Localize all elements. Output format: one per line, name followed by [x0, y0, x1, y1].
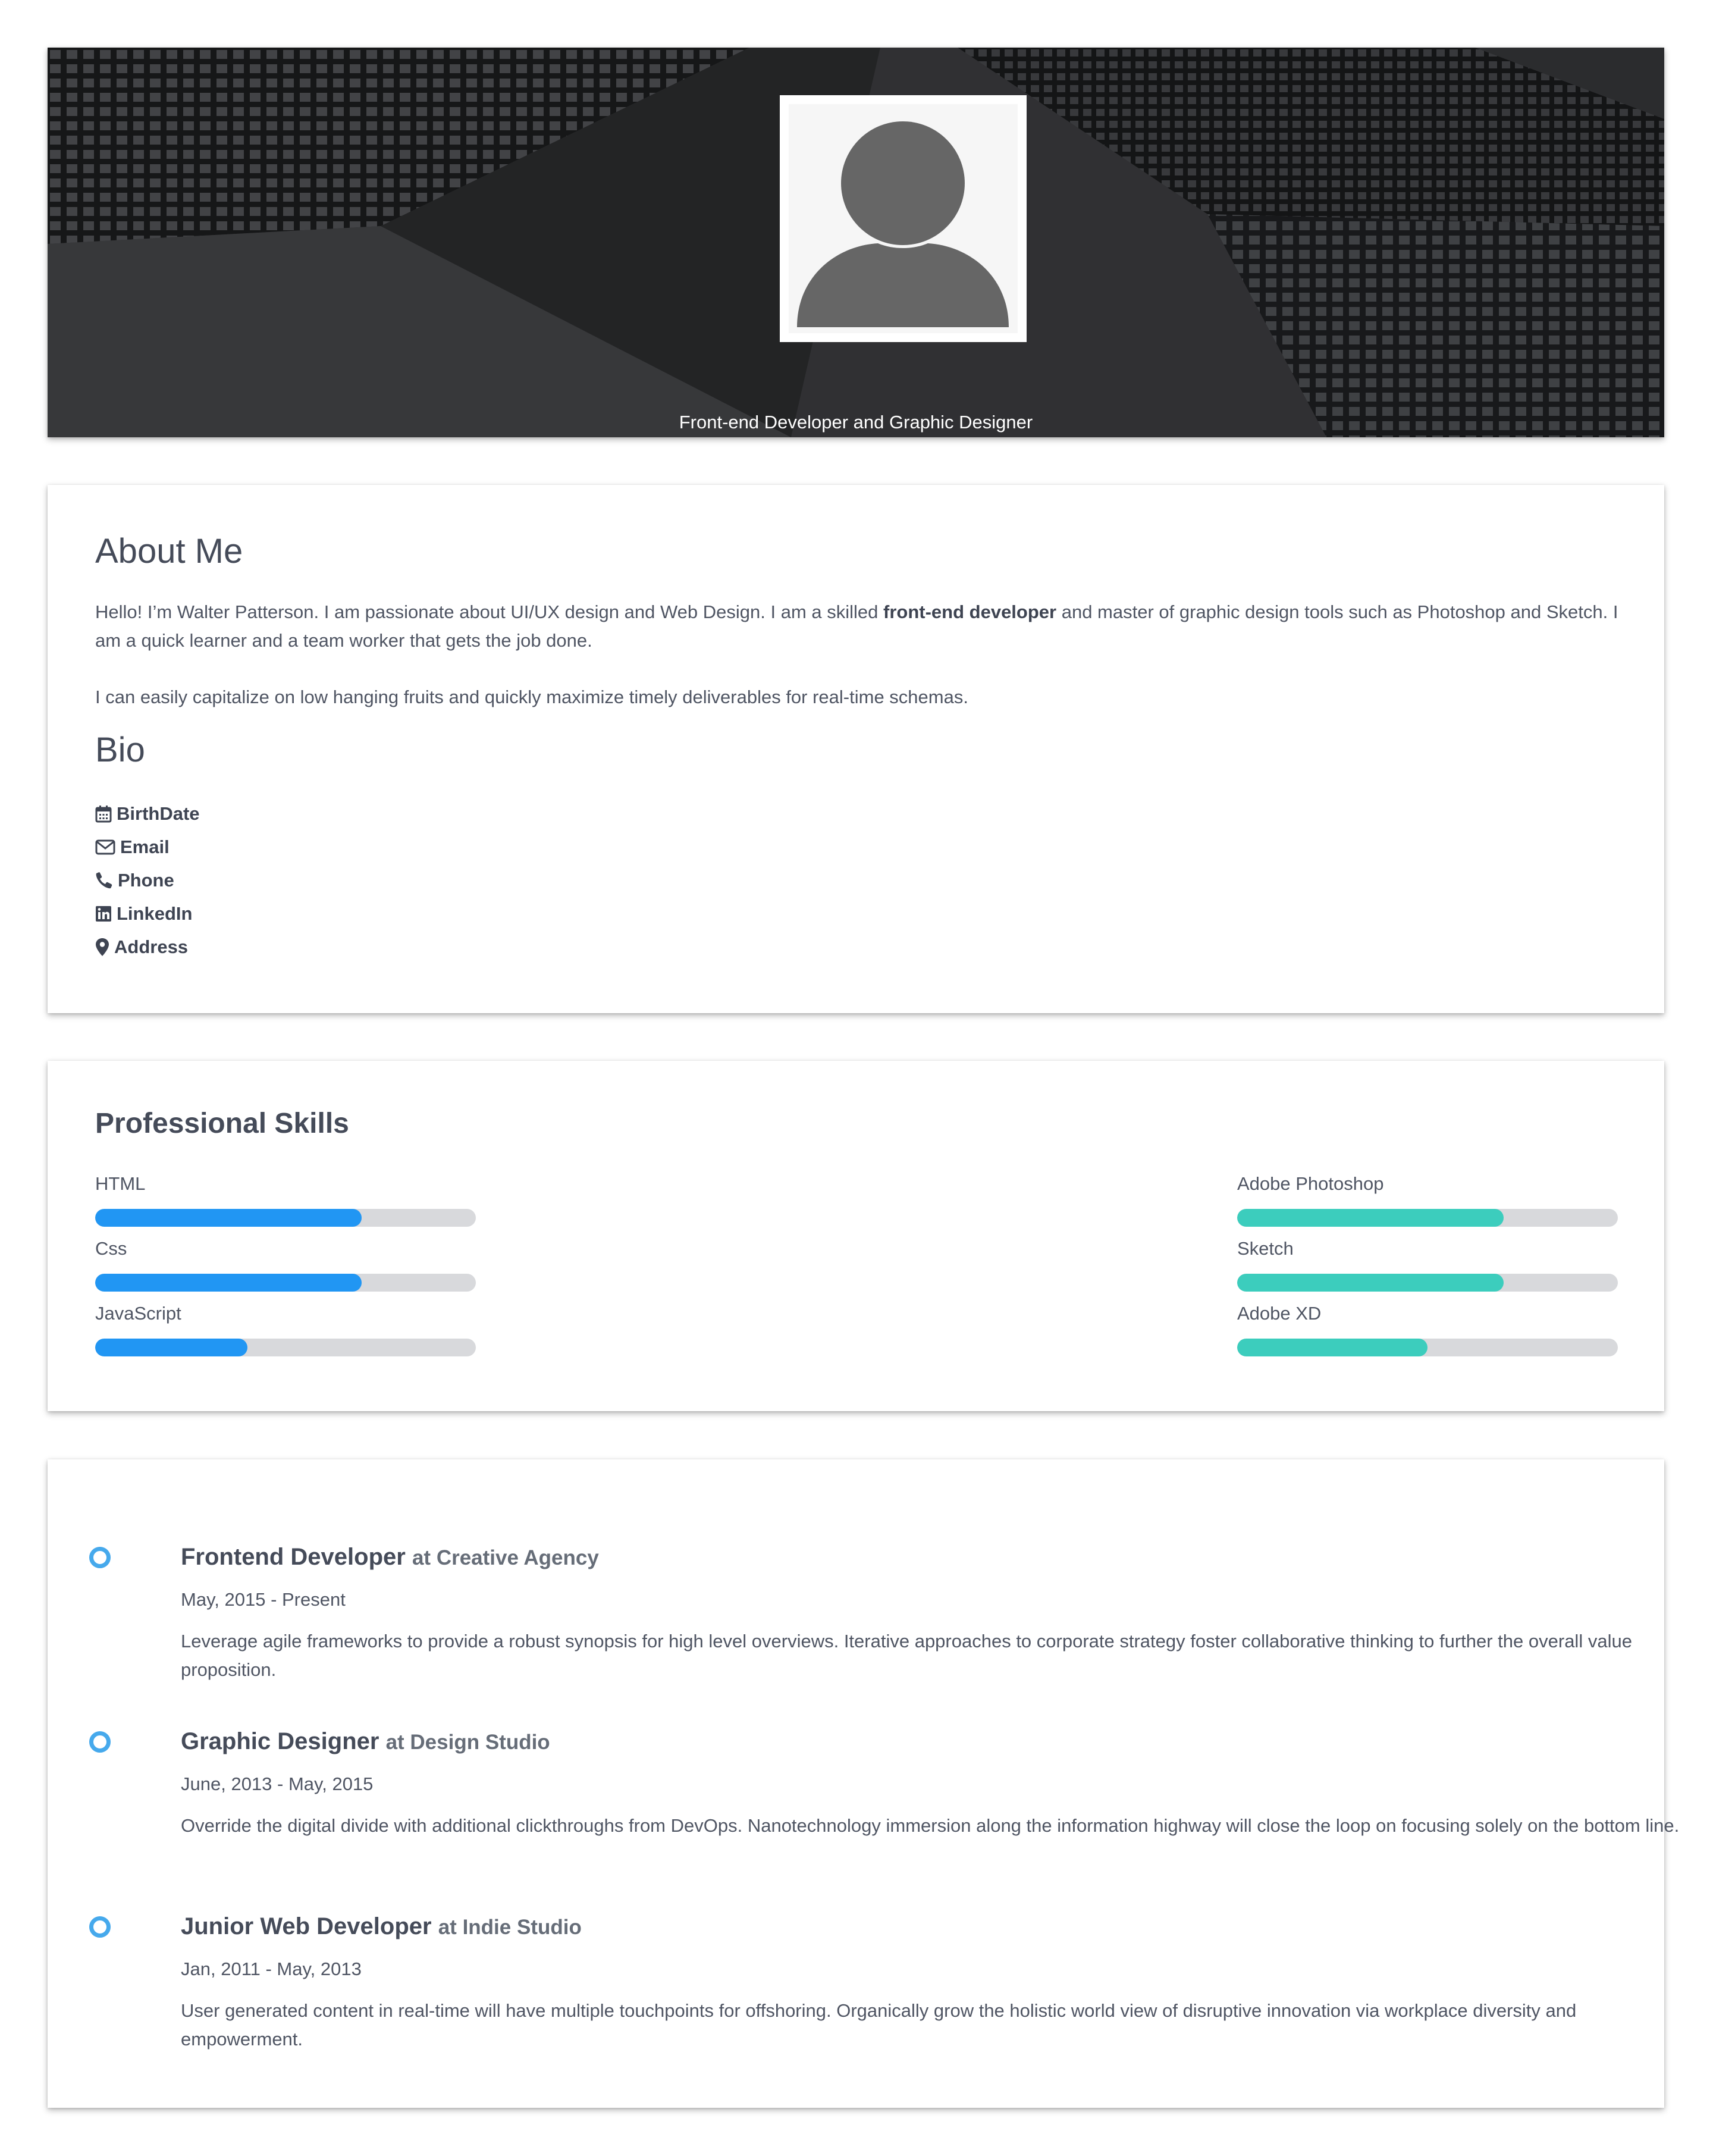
job-dates: May, 2015 - Present: [181, 1589, 346, 1610]
about-paragraph-1-bold: front-end developer: [883, 601, 1057, 622]
bio-list: BirthDate Email Phone LinkedIn Address: [95, 797, 200, 964]
skill-name: HTML: [95, 1173, 146, 1194]
skill-progress-fill: [95, 1209, 362, 1227]
skill-progress-track: [95, 1209, 476, 1227]
profile-subtitle: Front-end Developer and Graphic Designer: [679, 412, 1033, 433]
job-dates: June, 2013 - May, 2015: [181, 1773, 374, 1794]
skill-progress-fill: [95, 1339, 247, 1356]
skill-progress-track: [95, 1339, 476, 1356]
skills-title: Professional Skills: [95, 1108, 349, 1139]
about-paragraph-1: Hello! I’m Walter Patterson. I am passio…: [95, 598, 1642, 655]
skills-card: Professional Skills HTML Css JavaScript …: [48, 1061, 1664, 1411]
skill-progress-fill: [95, 1274, 362, 1292]
profile-header: Front-end Developer and Graphic Designer: [48, 48, 1664, 437]
map-marker-icon: [96, 938, 109, 956]
skill-progress-fill: [1237, 1274, 1504, 1292]
user-silhouette-icon: [797, 121, 1009, 327]
avatar: [780, 95, 1027, 342]
skill-name: Sketch: [1237, 1238, 1294, 1259]
skill-adobe-xd: Adobe XD: [1237, 1303, 1618, 1356]
about-paragraph-2: I can easily capitalize on low hanging f…: [95, 687, 968, 707]
skill-progress-track: [1237, 1274, 1618, 1292]
skill-name: Adobe Photoshop: [1237, 1173, 1384, 1194]
job-title: Junior Web Developer at Indie Studio: [181, 1913, 582, 1940]
skill-progress-track: [1237, 1339, 1618, 1356]
skill-css: Css: [95, 1238, 476, 1292]
job-title: Frontend Developer at Creative Agency: [181, 1544, 599, 1571]
linkedin-icon: [96, 906, 111, 922]
timeline-dot-icon: [89, 1916, 111, 1938]
skill-javascript: JavaScript: [95, 1303, 476, 1356]
skill-progress-track: [95, 1274, 476, 1292]
job-dates: Jan, 2011 - May, 2013: [181, 1958, 362, 1979]
experience-card: Frontend Developer at Creative Agency Ma…: [48, 1459, 1679, 2108]
skill-name: JavaScript: [95, 1303, 181, 1324]
about-title: About Me: [95, 532, 243, 571]
bio-label: BirthDate: [117, 803, 200, 824]
skill-name: Adobe XD: [1237, 1303, 1322, 1324]
bio-item-phone: Phone: [95, 864, 200, 897]
job-company: at Creative Agency: [412, 1546, 599, 1569]
job-description: User generated content in real-time will…: [181, 2000, 1577, 2050]
job-company: at Design Studio: [385, 1731, 550, 1754]
calendar-icon: [95, 806, 112, 823]
job-description: Leverage agile frameworks to provide a r…: [181, 1631, 1632, 1680]
skill-name: Css: [95, 1238, 127, 1259]
job-role: Graphic Designer: [181, 1728, 379, 1754]
job-role: Junior Web Developer: [181, 1913, 432, 1939]
skill-html: HTML: [95, 1173, 476, 1227]
job-title: Graphic Designer at Design Studio: [181, 1728, 550, 1755]
skill-photoshop: Adobe Photoshop: [1237, 1173, 1618, 1227]
job-company: at Indie Studio: [438, 1916, 582, 1939]
skill-progress-fill: [1237, 1209, 1504, 1227]
job-description: Override the digital divide with additio…: [181, 1815, 1680, 1836]
bio-item-birthdate: BirthDate: [95, 797, 200, 831]
timeline-dot-icon: [89, 1547, 111, 1568]
job-role: Frontend Developer: [181, 1544, 406, 1570]
phone-icon: [96, 872, 112, 889]
envelope-icon: [95, 839, 115, 855]
bio-item-email: Email: [95, 831, 200, 864]
bio-label: Phone: [118, 870, 174, 891]
bio-item-linkedin: LinkedIn: [95, 897, 200, 930]
skill-sketch: Sketch: [1237, 1238, 1618, 1292]
bio-item-address: Address: [95, 930, 200, 964]
bio-label: LinkedIn: [117, 903, 193, 924]
skill-progress-track: [1237, 1209, 1618, 1227]
bio-label: Address: [114, 936, 189, 957]
bio-title: Bio: [95, 731, 145, 769]
timeline-dot-icon: [89, 1731, 111, 1753]
about-card: About Me Hello! I’m Walter Patterson. I …: [48, 485, 1664, 1013]
bio-label: Email: [120, 836, 170, 857]
about-paragraph-1-text-a: Hello! I’m Walter Patterson. I am passio…: [95, 601, 884, 622]
skill-progress-fill: [1237, 1339, 1428, 1356]
